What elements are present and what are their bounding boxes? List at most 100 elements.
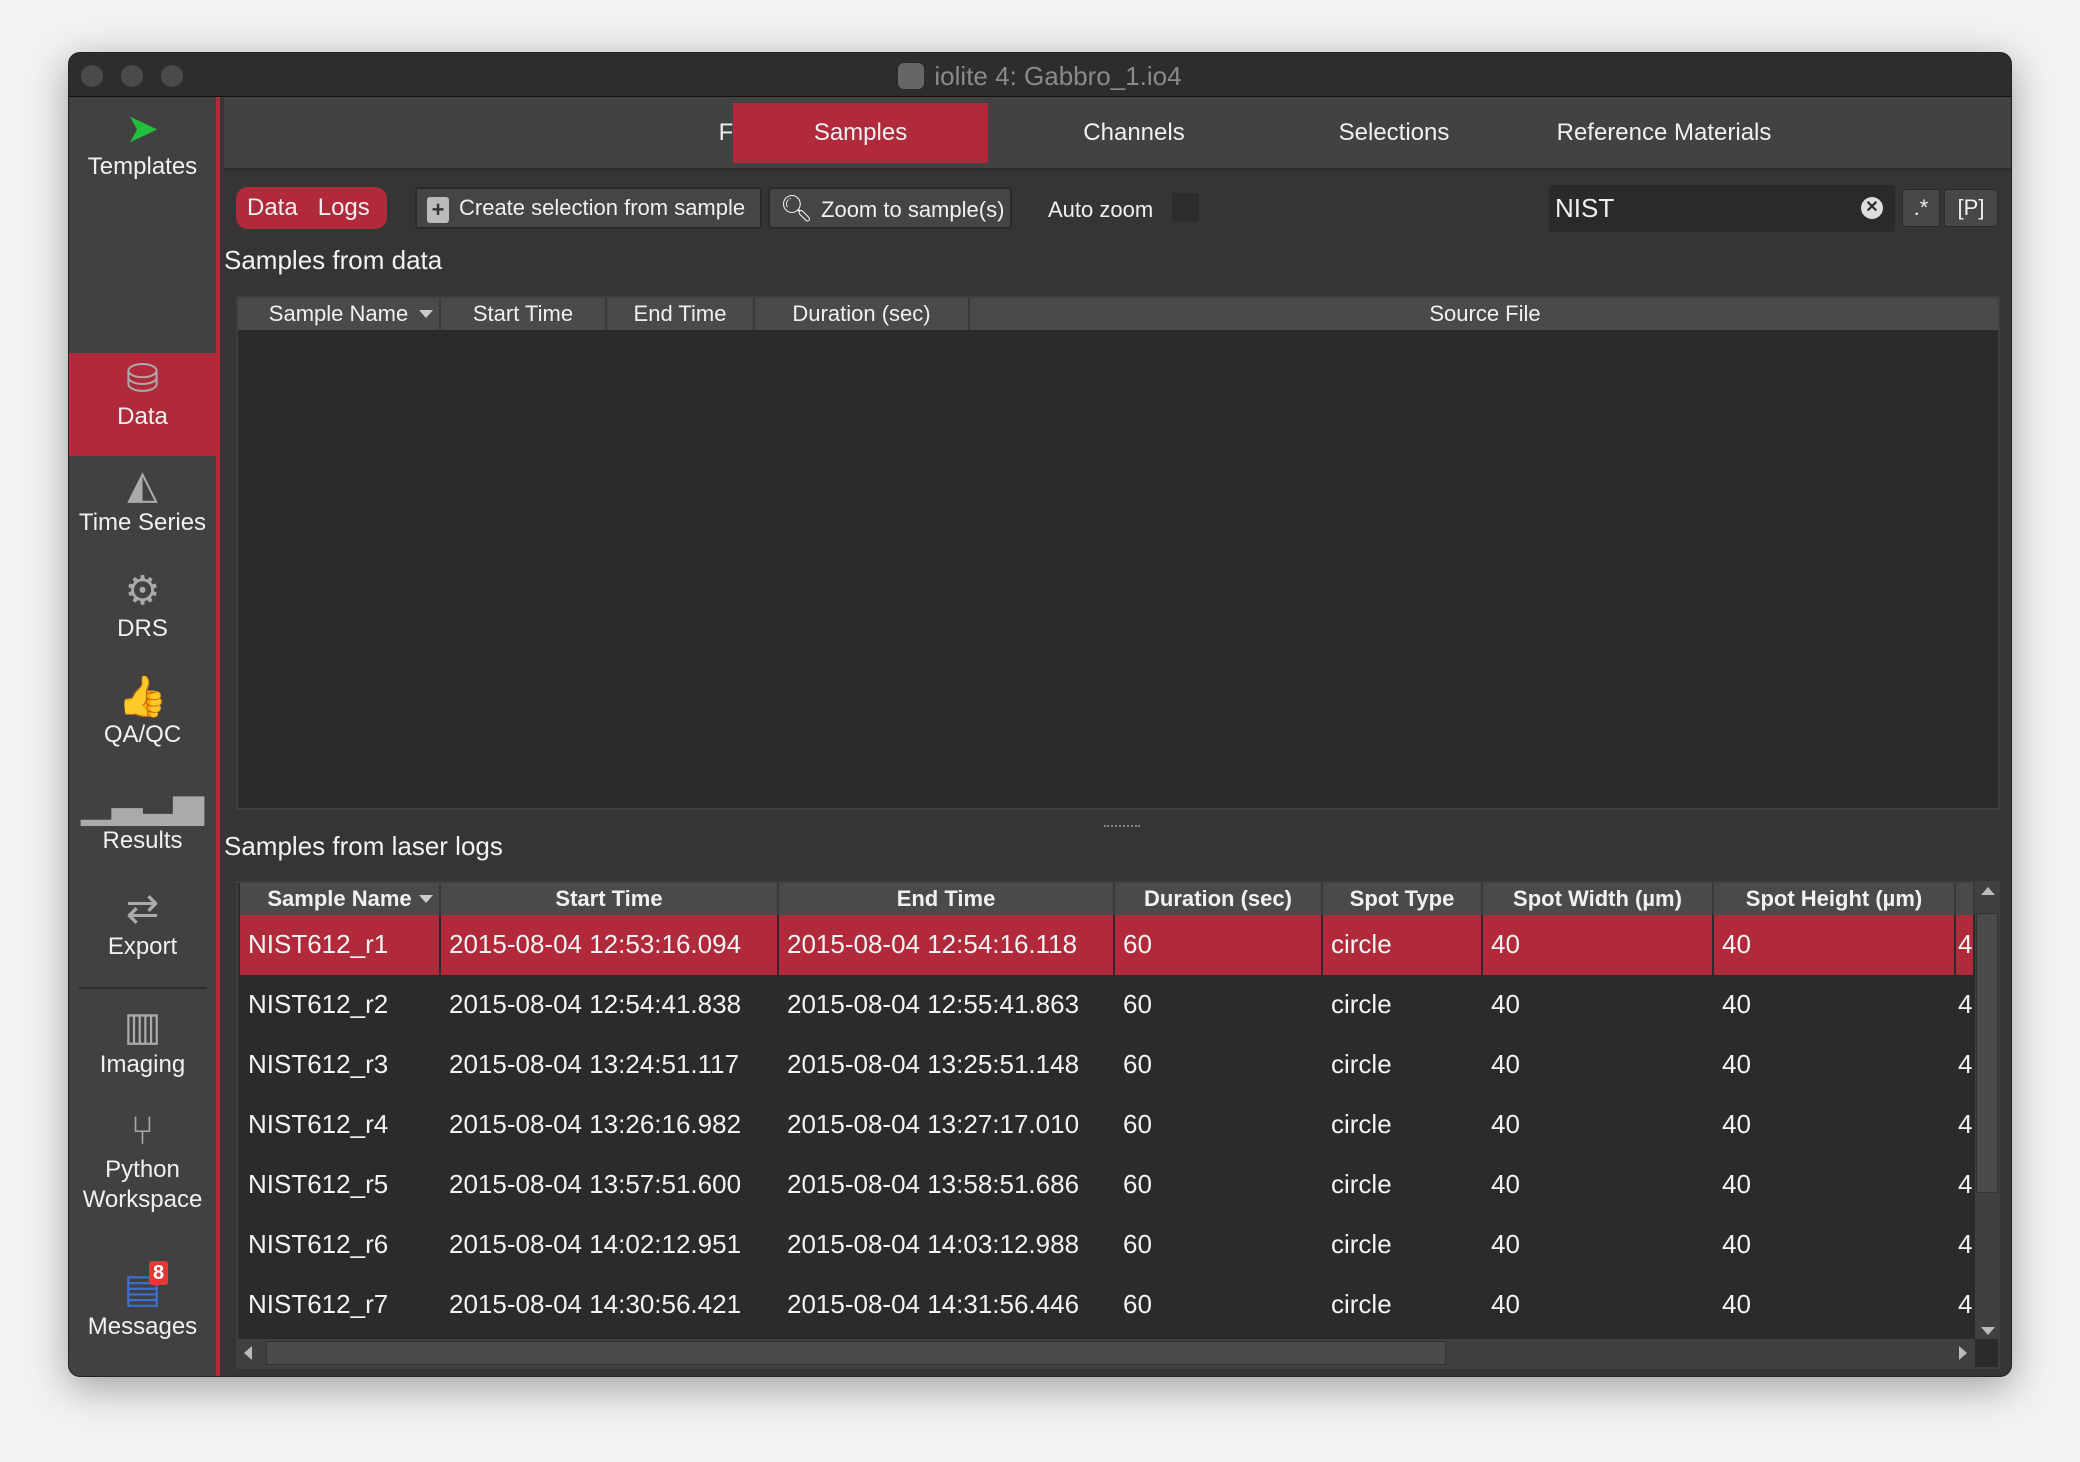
sidebar-item-templates[interactable]: ➤ Templates [69,105,216,225]
cell-spot-type: circle [1331,1049,1392,1079]
cell-spot-width: 40 [1491,989,1520,1019]
cell-end-time: 2015-08-04 13:58:51.686 [787,1169,1080,1199]
column-header-duration[interactable]: Duration (sec) [755,298,970,330]
sidebar-label: Workspace [82,1186,203,1213]
area-chart-icon: ◭ [127,463,158,507]
sidebar-item-drs[interactable]: ⚙ DRS [69,567,216,643]
samples-from-laser-logs-table: Sample Name Start Time End Time Duration (s… [236,881,2000,1369]
cell-spot-width: 40 [1483,915,1714,975]
column-header-spot-type[interactable]: Spot Type [1323,883,1483,915]
samples-from-laser-logs-title: Samples from laser logs [224,831,503,861]
sidebar-item-time-series[interactable]: ◭ Time Series [69,461,216,537]
main-tabs: Files Samples Channels Selections Refere… [224,97,2011,171]
sidebar: ➤ Templates ⛁ Data ◭ Time Series ⚙ DRS 👍 QA/Q… [69,97,220,1376]
cell-next-column: 4 [1956,915,1975,975]
cell-duration: 60 [1123,1229,1152,1259]
table-row[interactable]: NIST612_r7 2015-08-04 14:30:56.421 2015-08… [238,1275,1975,1335]
clear-search-icon[interactable]: ✕ [1861,197,1883,219]
column-header-duration[interactable]: Duration (sec) [1115,883,1323,915]
sidebar-label: Time Series [78,509,207,536]
cell-end-time: 2015-08-04 13:27:17.010 [787,1109,1080,1139]
cell-end-time: 2015-08-04 12:55:41.863 [787,989,1080,1019]
table-row[interactable]: NIST612_r6 2015-08-04 14:02:12.951 2015-08… [238,1215,1975,1275]
window-title: iolite 4: Gabbro_1.io4 [934,61,1182,91]
toggle-logs[interactable]: Logs [318,194,370,221]
table-row[interactable]: NIST612_r2 2015-08-04 12:54:41.838 2015-08… [238,975,1975,1035]
cell-sample-name: NIST612_r2 [248,989,389,1019]
tab-channels[interactable]: Channels [1054,103,1214,163]
column-header-next-column[interactable] [1956,883,1975,915]
p-button[interactable]: [P] [1944,189,1998,227]
sort-arrow-icon [419,310,433,318]
column-header-spot-height[interactable]: Spot Height (µm) [1714,883,1956,915]
table-row[interactable]: NIST612_r4 2015-08-04 13:26:16.982 2015-08… [238,1095,1975,1155]
cell-next-column: 4 [1958,1109,1973,1139]
data-logs-toggle: Data Logs [236,187,387,229]
sidebar-item-qaqc[interactable]: 👍 QA/QC [69,673,216,749]
cell-end-time: 2015-08-04 14:31:56.446 [787,1289,1080,1319]
sample-filter-input[interactable]: NIST ✕ [1549,185,1895,232]
vertical-scrollbar[interactable] [1975,883,1998,1339]
cell-sample-name: NIST612_r1 [240,915,441,975]
auto-zoom-checkbox[interactable] [1172,193,1199,221]
tab-selections[interactable]: Selections [1314,103,1474,163]
cell-start-time: 2015-08-04 13:57:51.600 [449,1169,742,1199]
cell-spot-type: circle [1331,989,1392,1019]
column-header-source-file[interactable]: Source File [970,298,1998,330]
title-bar: iolite 4: Gabbro_1.io4 [69,53,2011,97]
column-header-sample-name[interactable]: Sample Name [238,298,441,330]
scroll-up-icon[interactable] [1981,887,1995,895]
horizontal-scrollbar[interactable] [238,1339,1975,1367]
table-row[interactable]: NIST612_r5 2015-08-04 13:57:51.600 2015-08… [238,1155,1975,1215]
cell-duration: 60 [1123,1169,1152,1199]
column-header-spot-width[interactable]: Spot Width (µm) [1483,883,1714,915]
column-header-end-time[interactable]: End Time [779,883,1115,915]
sidebar-item-imaging[interactable]: ▥ Imaging [69,1003,216,1079]
table-row[interactable]: NIST612_r3 2015-08-04 13:24:51.117 2015-08… [238,1035,1975,1095]
horizontal-scroll-thumb[interactable] [266,1341,1446,1365]
table-row[interactable]: NIST612_r1 2015-08-04 12:53:16.094 2015-08… [238,915,1975,975]
cell-spot-type: circle [1331,1109,1392,1139]
cell-sample-name: NIST612_r3 [248,1049,389,1079]
tab-samples[interactable]: Samples [733,103,988,163]
column-header-sample-name[interactable]: Sample Name [240,883,441,915]
cell-duration: 60 [1123,1109,1152,1139]
sidebar-item-results[interactable]: ▁▃▂▅ Results [69,779,216,855]
sidebar-item-python-workspace[interactable]: ⑂ Python Workspace [69,1107,216,1215]
cell-next-column: 4 [1958,1229,1973,1259]
scroll-left-icon[interactable] [244,1346,252,1360]
app-window: iolite 4: Gabbro_1.io4 ➤ Templates ⛁ Data … [68,52,2012,1377]
column-header-start-time[interactable]: Start Time [441,883,779,915]
cell-spot-height: 40 [1722,1109,1751,1139]
cell-start-time: 2015-08-04 14:02:12.951 [449,1229,742,1259]
sidebar-label: QA/QC [103,721,182,748]
tab-reference-materials[interactable]: Reference Materials [1519,103,1809,163]
sidebar-label: Data [117,403,168,430]
cell-sample-name: NIST612_r4 [248,1109,389,1139]
cell-start-time: 2015-08-04 14:30:56.421 [449,1289,742,1319]
cell-start-time: 2015-08-04 12:54:41.838 [449,989,742,1019]
sidebar-item-export[interactable]: ⇄ Export [69,885,216,961]
samples-from-data-table: Sample Name Start Time End Time Duration… [236,296,2000,810]
cell-sample-name: NIST612_r6 [248,1229,389,1259]
scroll-right-icon[interactable] [1959,1346,1967,1360]
column-header-end-time[interactable]: End Time [607,298,755,330]
sidebar-item-data[interactable]: ⛁ Data [69,353,216,456]
vertical-scroll-thumb[interactable] [1976,913,1998,1193]
toggle-data[interactable]: Data [247,194,298,221]
regex-button[interactable]: .* [1902,189,1940,227]
zoom-to-samples-button[interactable]: 🔍︎ Zoom to sample(s) [768,187,1012,229]
cell-start-time: 2015-08-04 13:24:51.117 [449,1049,740,1079]
scroll-down-icon[interactable] [1981,1327,1995,1335]
sidebar-item-messages[interactable]: ▤ 8 Messages [69,1261,216,1341]
cell-spot-height: 40 [1722,1229,1751,1259]
cell-start-time: 2015-08-04 12:53:16.094 [441,915,779,975]
create-selection-button[interactable]: + Create selection from sample [415,187,762,229]
cell-spot-width: 40 [1491,1049,1520,1079]
cell-spot-type: circle [1331,1289,1392,1319]
search-value: NIST [1555,193,1615,223]
column-header-start-time[interactable]: Start Time [441,298,607,330]
gear-icon: ⚙ [124,569,161,613]
sidebar-label: Python [105,1156,180,1183]
splitter-handle[interactable] [1104,825,1140,828]
